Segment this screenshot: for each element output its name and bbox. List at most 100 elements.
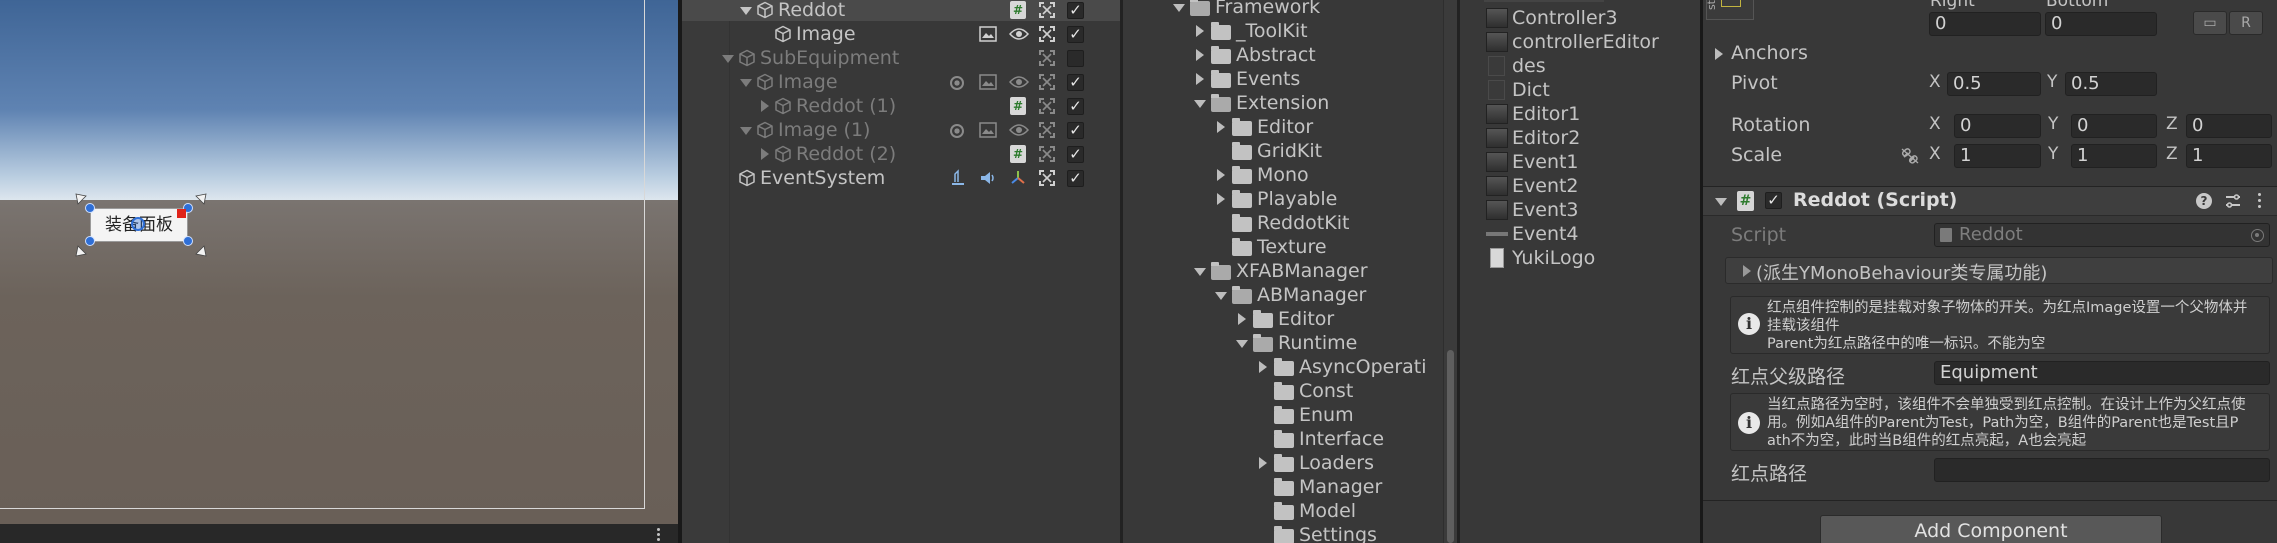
visibility-icon[interactable]	[1009, 27, 1029, 41]
file-label[interactable]: Event2	[1512, 174, 1579, 198]
folder-label[interactable]: Interface	[1299, 427, 1384, 451]
raw-edit-button[interactable]: R	[2229, 11, 2263, 35]
rotation-x-field[interactable]: 0	[1954, 114, 2041, 138]
hierarchy-item-label[interactable]: Image	[778, 70, 838, 94]
folder-label[interactable]: Editor	[1278, 307, 1334, 331]
derived-foldout-arrow[interactable]	[1743, 265, 1751, 277]
rotation-x-label[interactable]: X	[1929, 114, 1941, 134]
folder-label[interactable]: Extension	[1236, 91, 1329, 115]
folder-collapse-arrow[interactable]	[1217, 193, 1225, 205]
file-label[interactable]: Controller3	[1512, 6, 1618, 30]
folder-expand-arrow[interactable]	[1215, 292, 1227, 300]
file-label[interactable]: controllerEditor	[1512, 30, 1659, 54]
folder-label[interactable]: ReddotKit	[1257, 211, 1349, 235]
active-checkbox[interactable]	[1067, 50, 1084, 67]
folder-label[interactable]: Mono	[1257, 163, 1309, 187]
collapse-arrow[interactable]	[761, 148, 769, 160]
hierarchy-item-label[interactable]: SubEquipment	[760, 46, 899, 70]
folder-expand-arrow[interactable]	[1236, 340, 1248, 348]
active-checkbox[interactable]: ✓	[1067, 74, 1084, 91]
file-label[interactable]: Event1	[1512, 150, 1579, 174]
file-label[interactable]: Editor1	[1512, 102, 1580, 126]
folder-collapse-arrow[interactable]	[1238, 313, 1246, 325]
folder-label[interactable]: Framework	[1215, 0, 1320, 19]
pick-icon[interactable]	[1039, 122, 1055, 138]
folder-label[interactable]: Manager	[1299, 475, 1382, 499]
folder-label[interactable]: Abstract	[1236, 43, 1316, 67]
object-picker-icon[interactable]	[2251, 229, 2264, 242]
presets-icon[interactable]	[2224, 192, 2242, 210]
folder-label[interactable]: Const	[1299, 379, 1353, 403]
scale-z-label[interactable]: Z	[2166, 144, 2178, 164]
add-component-button[interactable]: Add Component	[1820, 515, 2162, 543]
folder-label[interactable]: Runtime	[1278, 331, 1357, 355]
constrain-proportions-icon[interactable]	[1900, 147, 1920, 165]
pivot-y-field[interactable]: 0.5	[2065, 72, 2157, 96]
folder-collapse-arrow[interactable]	[1196, 25, 1204, 37]
folder-expand-arrow[interactable]	[1194, 100, 1206, 108]
folder-label[interactable]: GridKit	[1257, 139, 1322, 163]
folder-label[interactable]: Settings	[1299, 523, 1377, 543]
active-checkbox[interactable]: ✓	[1067, 26, 1084, 43]
blueprint-mode-button[interactable]: ▭	[2193, 11, 2227, 35]
hierarchy-item-label[interactable]: Reddot (1)	[796, 94, 896, 118]
visibility-icon[interactable]	[1009, 123, 1029, 137]
folder-collapse-arrow[interactable]	[1259, 457, 1267, 469]
folder-label[interactable]: AsyncOperati	[1299, 355, 1427, 379]
right-field[interactable]: 0	[1929, 12, 2041, 36]
hierarchy-item-label[interactable]: Reddot	[778, 0, 845, 22]
component-menu-icon[interactable]	[2258, 193, 2262, 209]
pick-icon[interactable]	[1039, 146, 1055, 162]
pick-icon[interactable]	[1039, 170, 1055, 186]
pick-icon[interactable]	[1039, 26, 1055, 42]
component-header[interactable]	[1703, 186, 2277, 216]
folder-label[interactable]: ABManager	[1257, 283, 1366, 307]
tree-scrollbar-thumb[interactable]	[1447, 350, 1454, 543]
anchor-arrows-icon[interactable]	[72, 190, 212, 260]
kebab-icon[interactable]	[656, 528, 662, 542]
hierarchy-item-label[interactable]: Reddot (2)	[796, 142, 896, 166]
folder-collapse-arrow[interactable]	[1259, 361, 1267, 373]
pivot-x-label[interactable]: X	[1929, 72, 1941, 92]
pick-icon[interactable]	[1039, 2, 1055, 18]
expand-arrow[interactable]	[740, 127, 752, 135]
anchors-label[interactable]: Anchors	[1731, 42, 1808, 64]
scene-view[interactable]: 装备面板	[0, 0, 678, 524]
pick-icon[interactable]	[1039, 74, 1055, 90]
folder-expand-arrow[interactable]	[1173, 4, 1185, 12]
rotation-y-label[interactable]: Y	[2048, 114, 2058, 134]
anchors-foldout-arrow[interactable]	[1715, 48, 1723, 60]
active-checkbox[interactable]: ✓	[1067, 122, 1084, 139]
expand-arrow[interactable]	[722, 55, 734, 63]
scale-y-label[interactable]: Y	[2048, 144, 2058, 164]
folder-expand-arrow[interactable]	[1194, 268, 1206, 276]
folder-label[interactable]: Model	[1299, 499, 1356, 523]
folder-collapse-arrow[interactable]	[1196, 49, 1204, 61]
file-label[interactable]: Dict	[1512, 78, 1550, 102]
parent-path-field[interactable]: Equipment	[1934, 361, 2270, 385]
file-label[interactable]: YukiLogo	[1512, 246, 1595, 270]
folder-collapse-arrow[interactable]	[1196, 73, 1204, 85]
derived-foldout-label[interactable]: (派生YMonoBehaviour类专属功能)	[1756, 259, 2047, 285]
rotation-y-field[interactable]: 0	[2071, 114, 2157, 138]
pivot-x-field[interactable]: 0.5	[1947, 72, 2041, 96]
folder-label[interactable]: Events	[1236, 67, 1300, 91]
folder-label[interactable]: Loaders	[1299, 451, 1374, 475]
folder-label[interactable]: Editor	[1257, 115, 1313, 139]
rotation-z-field[interactable]: 0	[2186, 114, 2272, 138]
scale-z-field[interactable]: 1	[2186, 144, 2272, 168]
scale-y-field[interactable]: 1	[2071, 144, 2157, 168]
active-checkbox[interactable]: ✓	[1067, 146, 1084, 163]
folder-label[interactable]: _ToolKit	[1236, 19, 1308, 43]
component-title[interactable]: Reddot (Script)	[1793, 189, 1957, 211]
file-label[interactable]: Event4	[1512, 222, 1579, 246]
pivot-y-label[interactable]: Y	[2047, 72, 2057, 92]
expand-arrow[interactable]	[740, 79, 752, 87]
folder-collapse-arrow[interactable]	[1217, 169, 1225, 181]
folder-label[interactable]: XFABManager	[1236, 259, 1368, 283]
hierarchy-item-label[interactable]: Image	[796, 22, 856, 46]
folder-collapse-arrow[interactable]	[1217, 121, 1225, 133]
collapse-arrow[interactable]	[761, 100, 769, 112]
pick-icon[interactable]	[1039, 50, 1055, 66]
expand-arrow[interactable]	[740, 7, 752, 15]
